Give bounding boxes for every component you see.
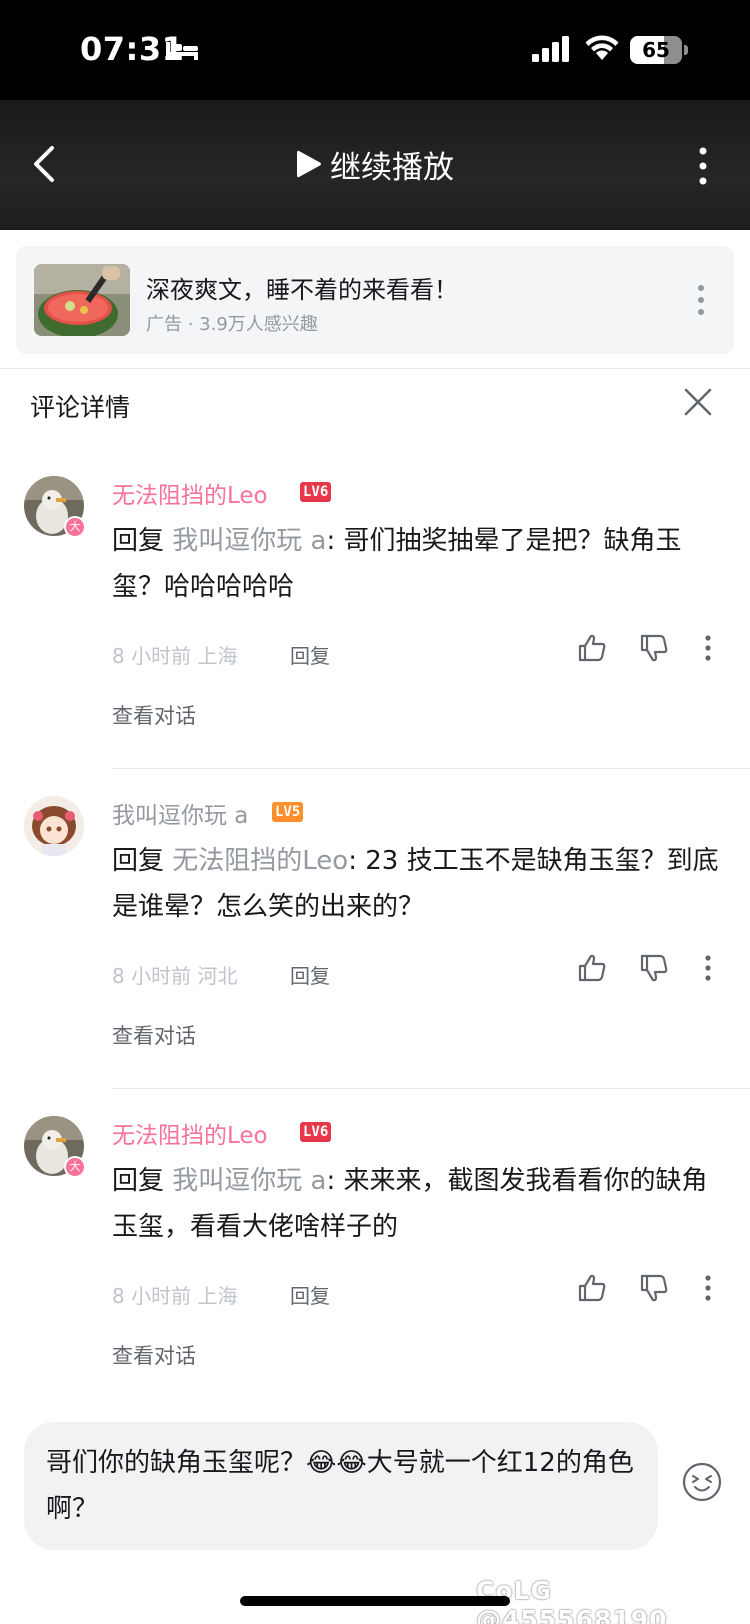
reply-button[interactable]: 回复 — [290, 640, 330, 669]
comment-item: 大 无法阻挡的Leo LV6 回复 我叫逗你玩 a: 哥们抽奖抽晕了是把？缺角玉… — [0, 476, 750, 796]
battery-icon: 65 — [630, 36, 682, 64]
continue-play-button[interactable]: 继续播放 — [294, 140, 454, 188]
more-options-icon[interactable] — [696, 146, 710, 186]
comment-item: 大 无法阻挡的Leo LV6 回复 我叫逗你玩 a: 来来来，截图发我看看你的缺… — [0, 1116, 750, 1436]
emoji-icon[interactable] — [682, 1462, 722, 1502]
battery-tip — [684, 45, 688, 55]
thumbs-up-icon[interactable] — [576, 1272, 608, 1304]
reply-prefix: 回复 — [112, 526, 173, 556]
comment-meta: 8 小时前 河北 — [112, 964, 238, 988]
avatar[interactable] — [24, 796, 84, 856]
comment-more-icon[interactable] — [703, 954, 713, 982]
reply-to-user[interactable]: 我叫逗你玩 a — [172, 526, 326, 556]
vip-badge: 大 — [64, 516, 86, 538]
thumbs-down-icon[interactable] — [638, 632, 670, 664]
reply-button[interactable]: 回复 — [290, 1280, 330, 1309]
comment-more-icon[interactable] — [703, 1274, 713, 1302]
view-conversation-link[interactable]: 查看对话 — [112, 700, 196, 730]
thumbs-down-icon[interactable] — [638, 1272, 670, 1304]
username[interactable]: 无法阻挡的Leo — [112, 1116, 268, 1150]
view-conversation-link[interactable]: 查看对话 — [112, 1340, 196, 1370]
username[interactable]: 无法阻挡的Leo — [112, 476, 268, 510]
video-player-header: 继续播放 — [0, 100, 750, 230]
thumbs-up-icon[interactable] — [576, 632, 608, 664]
wifi-icon — [585, 35, 619, 60]
status-bar: 07:31 65 — [0, 0, 750, 100]
divider — [112, 768, 750, 769]
vip-badge: 大 — [64, 1156, 86, 1178]
reply-button[interactable]: 回复 — [290, 960, 330, 989]
sleep-focus-icon — [166, 42, 198, 60]
close-icon[interactable] — [682, 386, 714, 418]
comment-text: 回复 我叫逗你玩 a: 来来来，截图发我看看你的缺角玉玺，看看大佬啥样子的 — [112, 1158, 732, 1250]
thumbs-up-icon[interactable] — [576, 952, 608, 984]
comment-meta: 8 小时前 上海 — [112, 1284, 238, 1308]
comment-item: 我叫逗你玩 a LV5 回复 无法阻挡的Leo: 23 技工玉不是缺角玉玺？到底… — [0, 796, 750, 1116]
ad-subtitle: 广告 · 3.9万人感兴趣 — [146, 314, 318, 335]
comment-meta: 8 小时前 上海 — [112, 644, 238, 668]
level-badge: LV5 — [272, 802, 304, 822]
cell-signal-icon — [532, 36, 569, 62]
ad-title: 深夜爽文，睡不着的来看看！ — [146, 276, 458, 304]
watermark: CoLG @455568190 — [476, 1576, 668, 1624]
level-badge: LV6 — [300, 482, 332, 502]
comment-more-icon[interactable] — [703, 634, 713, 662]
username[interactable]: 我叫逗你玩 a — [112, 796, 248, 830]
reply-prefix: 回复 — [112, 1166, 173, 1196]
reply-to-user[interactable]: 无法阻挡的Leo — [172, 846, 348, 876]
divider — [0, 368, 750, 369]
continue-play-label: 继续播放 — [330, 149, 454, 186]
thumbs-down-icon[interactable] — [638, 952, 670, 984]
comment-text: 回复 我叫逗你玩 a: 哥们抽奖抽晕了是把？缺角玉玺？哈哈哈哈哈 — [112, 518, 732, 610]
level-badge: LV6 — [300, 1122, 332, 1142]
ad-card[interactable]: 深夜爽文，睡不着的来看看！ 广告 · 3.9万人感兴趣 — [16, 246, 734, 354]
comment-text: 回复 无法阻挡的Leo: 23 技工玉不是缺角玉玺？到底是谁晕？怎么笑的出来的？ — [112, 838, 732, 930]
home-indicator — [240, 1596, 510, 1606]
reply-prefix: 回复 — [112, 846, 173, 876]
divider — [112, 1088, 750, 1089]
back-arrow-icon[interactable] — [26, 140, 66, 188]
battery-level: 65 — [642, 38, 670, 62]
ad-thumbnail — [34, 264, 130, 336]
play-icon — [297, 150, 321, 178]
comment-detail-title: 评论详情 — [30, 393, 131, 422]
ad-more-icon[interactable] — [696, 284, 706, 316]
view-conversation-link[interactable]: 查看对话 — [112, 1020, 196, 1050]
reply-to-user[interactable]: 我叫逗你玩 a — [172, 1166, 326, 1196]
comment-input[interactable]: 哥们你的缺角玉玺呢？😂😂大号就一个红12的角色啊？ — [24, 1422, 658, 1550]
